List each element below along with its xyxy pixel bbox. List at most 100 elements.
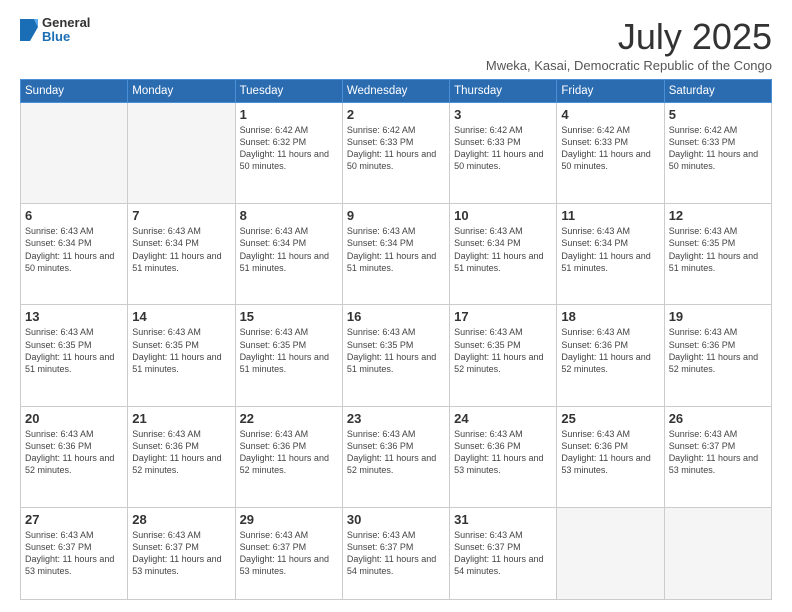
weekday-header-thursday: Thursday <box>450 80 557 103</box>
day-number: 1 <box>240 107 338 122</box>
day-number: 11 <box>561 208 659 223</box>
calendar-cell: 30Sunrise: 6:43 AMSunset: 6:37 PMDayligh… <box>342 507 449 599</box>
cell-details: Sunrise: 6:43 AMSunset: 6:36 PMDaylight:… <box>132 428 230 477</box>
day-number: 7 <box>132 208 230 223</box>
cell-details: Sunrise: 6:42 AMSunset: 6:33 PMDaylight:… <box>347 124 445 173</box>
calendar-cell <box>557 507 664 599</box>
calendar-cell: 10 Sunrise: 6:43 AMSunset: 6:34 PMDayligh… <box>450 204 557 305</box>
calendar-cell: 1 Sunrise: 6:42 AMSunset: 6:32 PMDaylight… <box>235 103 342 204</box>
day-number: 6 <box>25 208 123 223</box>
day-number: 14 <box>132 309 230 324</box>
cell-details: Sunrise: 6:43 AMSunset: 6:37 PMDaylight:… <box>669 428 767 477</box>
weekday-header-saturday: Saturday <box>664 80 771 103</box>
day-number: 10 <box>454 208 552 223</box>
cell-details: Sunrise: 6:43 AMSunset: 6:36 PMDaylight:… <box>669 326 767 375</box>
cell-details: Sunrise: 6:43 AMSunset: 6:34 PMDaylight:… <box>347 225 445 274</box>
cell-details: Sunrise: 6:43 AMSunset: 6:36 PMDaylight:… <box>25 428 123 477</box>
day-number: 4 <box>561 107 659 122</box>
day-number: 9 <box>347 208 445 223</box>
calendar-cell: 12 Sunrise: 6:43 AMSunset: 6:35 PMDayligh… <box>664 204 771 305</box>
cell-details: Sunrise: 6:43 AMSunset: 6:36 PMDaylight:… <box>454 428 552 477</box>
calendar-cell: 15Sunrise: 6:43 AMSunset: 6:35 PMDayligh… <box>235 305 342 406</box>
cell-details: Sunrise: 6:42 AMSunset: 6:32 PMDaylight:… <box>240 124 338 173</box>
day-number: 17 <box>454 309 552 324</box>
day-number: 30 <box>347 512 445 527</box>
calendar-cell: 6 Sunrise: 6:43 AMSunset: 6:34 PMDaylight… <box>21 204 128 305</box>
day-number: 8 <box>240 208 338 223</box>
cell-details: Sunrise: 6:43 AMSunset: 6:35 PMDaylight:… <box>347 326 445 375</box>
cell-details: Sunrise: 6:43 AMSunset: 6:36 PMDaylight:… <box>347 428 445 477</box>
cell-details: Sunrise: 6:42 AMSunset: 6:33 PMDaylight:… <box>561 124 659 173</box>
weekday-header-row: SundayMondayTuesdayWednesdayThursdayFrid… <box>21 80 772 103</box>
calendar-cell <box>128 103 235 204</box>
calendar-cell: 28Sunrise: 6:43 AMSunset: 6:37 PMDayligh… <box>128 507 235 599</box>
calendar-cell: 19 Sunrise: 6:43 AMSunset: 6:36 PMDayligh… <box>664 305 771 406</box>
cell-details: Sunrise: 6:43 AMSunset: 6:37 PMDaylight:… <box>132 529 230 578</box>
location: Mweka, Kasai, Democratic Republic of the… <box>486 58 772 73</box>
day-number: 26 <box>669 411 767 426</box>
calendar-cell: 2 Sunrise: 6:42 AMSunset: 6:33 PMDaylight… <box>342 103 449 204</box>
day-number: 19 <box>669 309 767 324</box>
calendar-cell: 9 Sunrise: 6:43 AMSunset: 6:34 PMDaylight… <box>342 204 449 305</box>
day-number: 16 <box>347 309 445 324</box>
cell-details: Sunrise: 6:43 AMSunset: 6:34 PMDaylight:… <box>561 225 659 274</box>
cell-details: Sunrise: 6:43 AMSunset: 6:37 PMDaylight:… <box>240 529 338 578</box>
calendar-cell: 21 Sunrise: 6:43 AMSunset: 6:36 PMDayligh… <box>128 406 235 507</box>
day-number: 24 <box>454 411 552 426</box>
calendar-cell: 11 Sunrise: 6:43 AMSunset: 6:34 PMDayligh… <box>557 204 664 305</box>
calendar-cell: 29Sunrise: 6:43 AMSunset: 6:37 PMDayligh… <box>235 507 342 599</box>
cell-details: Sunrise: 6:43 AMSunset: 6:37 PMDaylight:… <box>454 529 552 578</box>
logo-general-text: General <box>42 16 90 30</box>
cell-details: Sunrise: 6:42 AMSunset: 6:33 PMDaylight:… <box>454 124 552 173</box>
calendar-cell: 24 Sunrise: 6:43 AMSunset: 6:36 PMDayligh… <box>450 406 557 507</box>
page: General Blue July 2025 Mweka, Kasai, Dem… <box>0 0 792 612</box>
day-number: 18 <box>561 309 659 324</box>
header: General Blue July 2025 Mweka, Kasai, Dem… <box>20 16 772 73</box>
calendar-cell: 17Sunrise: 6:43 AMSunset: 6:35 PMDayligh… <box>450 305 557 406</box>
calendar-cell: 18 Sunrise: 6:43 AMSunset: 6:36 PMDayligh… <box>557 305 664 406</box>
cell-details: Sunrise: 6:43 AMSunset: 6:36 PMDaylight:… <box>561 326 659 375</box>
calendar-cell: 26 Sunrise: 6:43 AMSunset: 6:37 PMDayligh… <box>664 406 771 507</box>
calendar-cell: 4 Sunrise: 6:42 AMSunset: 6:33 PMDaylight… <box>557 103 664 204</box>
calendar-cell: 22Sunrise: 6:43 AMSunset: 6:36 PMDayligh… <box>235 406 342 507</box>
day-number: 27 <box>25 512 123 527</box>
week-row-0: 1 Sunrise: 6:42 AMSunset: 6:32 PMDaylight… <box>21 103 772 204</box>
day-number: 21 <box>132 411 230 426</box>
calendar-cell: 31 Sunrise: 6:43 AMSunset: 6:37 PMDayligh… <box>450 507 557 599</box>
logo: General Blue <box>20 16 90 45</box>
month-year: July 2025 <box>486 16 772 58</box>
calendar-cell: 25 Sunrise: 6:43 AMSunset: 6:36 PMDayligh… <box>557 406 664 507</box>
cell-details: Sunrise: 6:43 AMSunset: 6:37 PMDaylight:… <box>25 529 123 578</box>
day-number: 13 <box>25 309 123 324</box>
day-number: 3 <box>454 107 552 122</box>
day-number: 12 <box>669 208 767 223</box>
calendar-cell: 16 Sunrise: 6:43 AMSunset: 6:35 PMDayligh… <box>342 305 449 406</box>
calendar-cell: 3 Sunrise: 6:42 AMSunset: 6:33 PMDaylight… <box>450 103 557 204</box>
day-number: 22 <box>240 411 338 426</box>
weekday-header-sunday: Sunday <box>21 80 128 103</box>
logo-text: General Blue <box>42 16 90 45</box>
day-number: 31 <box>454 512 552 527</box>
cell-details: Sunrise: 6:43 AMSunset: 6:36 PMDaylight:… <box>561 428 659 477</box>
logo-icon <box>20 19 38 41</box>
calendar-cell: 27 Sunrise: 6:43 AMSunset: 6:37 PMDayligh… <box>21 507 128 599</box>
day-number: 5 <box>669 107 767 122</box>
week-row-3: 20Sunrise: 6:43 AMSunset: 6:36 PMDayligh… <box>21 406 772 507</box>
weekday-header-wednesday: Wednesday <box>342 80 449 103</box>
calendar-cell: 8Sunrise: 6:43 AMSunset: 6:34 PMDaylight… <box>235 204 342 305</box>
weekday-header-friday: Friday <box>557 80 664 103</box>
cell-details: Sunrise: 6:43 AMSunset: 6:34 PMDaylight:… <box>132 225 230 274</box>
calendar-cell <box>21 103 128 204</box>
calendar-cell: 20Sunrise: 6:43 AMSunset: 6:36 PMDayligh… <box>21 406 128 507</box>
cell-details: Sunrise: 6:43 AMSunset: 6:35 PMDaylight:… <box>132 326 230 375</box>
cell-details: Sunrise: 6:43 AMSunset: 6:34 PMDaylight:… <box>454 225 552 274</box>
logo-blue-text: Blue <box>42 30 90 44</box>
day-number: 23 <box>347 411 445 426</box>
day-number: 25 <box>561 411 659 426</box>
day-number: 2 <box>347 107 445 122</box>
cell-details: Sunrise: 6:43 AMSunset: 6:34 PMDaylight:… <box>25 225 123 274</box>
cell-details: Sunrise: 6:43 AMSunset: 6:35 PMDaylight:… <box>669 225 767 274</box>
week-row-1: 6 Sunrise: 6:43 AMSunset: 6:34 PMDaylight… <box>21 204 772 305</box>
day-number: 15 <box>240 309 338 324</box>
calendar-cell: 5Sunrise: 6:42 AMSunset: 6:33 PMDaylight… <box>664 103 771 204</box>
